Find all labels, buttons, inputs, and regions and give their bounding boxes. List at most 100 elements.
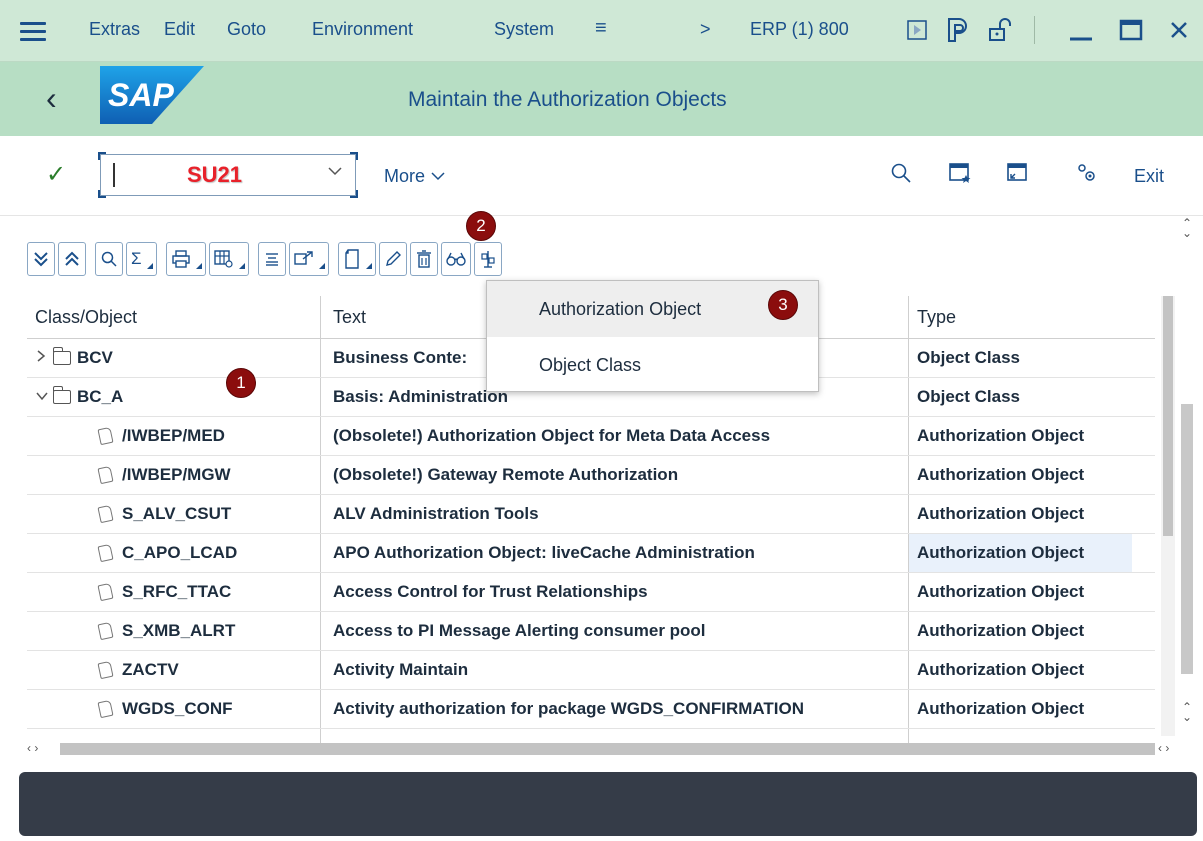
more-menu-icon[interactable]: ≡ — [595, 17, 607, 40]
table-row[interactable]: /IWBEP/MGW (Obsolete!) Gateway Remote Au… — [27, 456, 1155, 495]
class-object-cell: S_ALV_CSUT — [27, 495, 319, 533]
menu-system[interactable]: System — [494, 19, 554, 40]
table-row[interactable]: S_XMB_ALRT Access to PI Message Alerting… — [27, 612, 1155, 651]
chevron-down-icon[interactable] — [327, 163, 343, 184]
collapse-all-icon[interactable] — [58, 242, 86, 276]
column-header-class-object[interactable]: Class/Object — [27, 296, 319, 338]
page-vertical-scrollbar[interactable]: ⌃ ⌄ ⌃ ⌄ — [1180, 216, 1194, 724]
table-row[interactable]: C_APO_LCAD APO Authorization Object: liv… — [27, 534, 1155, 573]
row-name: C_APO_LCAD — [122, 543, 238, 562]
menu-extras[interactable]: Extras — [89, 19, 140, 40]
row-text: APO Authorization Object: liveCache Admi… — [320, 534, 907, 572]
favorite-icon[interactable] — [948, 162, 972, 190]
alv-toolbar: Σ — [27, 242, 502, 276]
column-header-type[interactable]: Type — [908, 296, 1155, 338]
menu-edit[interactable]: Edit — [164, 19, 195, 40]
menu-environment[interactable]: Environment — [312, 19, 413, 40]
class-object-cell: BCV — [27, 339, 319, 377]
edit-icon[interactable] — [378, 242, 407, 276]
more-button[interactable]: More — [384, 166, 446, 187]
row-name: ZACTV — [122, 660, 179, 679]
authorization-object-icon — [97, 465, 114, 485]
create-icon[interactable] — [337, 242, 376, 276]
menu-bar: Extras Edit Goto Environment System ≡ > … — [0, 0, 1203, 62]
row-text: Access to PI Message Alerting consumer p… — [320, 612, 907, 650]
authorization-object-icon — [97, 621, 114, 641]
table-row[interactable]: WGDS_CONF Activity authorization for pac… — [27, 690, 1155, 729]
table-vertical-scrollbar[interactable] — [1161, 296, 1175, 736]
row-text: (Obsolete!) Authorization Object for Met… — [320, 417, 907, 455]
menu-arrow-icon[interactable]: > — [700, 19, 711, 40]
system-info: ERP (1) 800 — [750, 19, 849, 39]
scroll-down-icon[interactable]: ⌄ — [1182, 226, 1192, 240]
scrollbar-thumb[interactable] — [1181, 404, 1193, 674]
status-bar — [19, 772, 1197, 836]
table-row[interactable]: ZACTV Activity Maintain Authorization Ob… — [27, 651, 1155, 690]
table-row[interactable]: S_RFC_TTAC Access Control for Trust Rela… — [27, 573, 1155, 612]
hamburger-icon[interactable] — [20, 22, 46, 41]
layout-icon[interactable] — [208, 242, 249, 276]
print-icon[interactable] — [165, 242, 206, 276]
customize-icon[interactable] — [944, 15, 972, 45]
class-object-cell: BC_A — [27, 378, 319, 416]
chevron-right-icon[interactable] — [35, 349, 53, 367]
row-name: /IWBEP/MED — [122, 426, 225, 445]
settings-icon[interactable] — [1074, 162, 1098, 190]
authorization-object-icon — [97, 582, 114, 602]
expand-all-icon[interactable] — [27, 242, 55, 276]
close-icon[interactable] — [1164, 15, 1194, 45]
class-object-cell: S_XMB_ALRT — [27, 612, 319, 650]
scroll-down-icon[interactable]: ⌄ — [1182, 710, 1192, 724]
text-cursor — [113, 163, 115, 187]
toolbar: ✓ SU21 More Exit — [0, 136, 1203, 216]
horizontal-scrollbar[interactable] — [60, 743, 1155, 755]
new-session-icon[interactable] — [1005, 162, 1029, 190]
row-name: BCV — [77, 348, 113, 367]
chevron-down-icon[interactable] — [35, 389, 53, 406]
row-type: Authorization Object — [908, 690, 1155, 728]
command-field[interactable]: SU21 — [98, 152, 358, 198]
minimize-icon[interactable] — [1066, 15, 1096, 45]
authorization-object-icon — [97, 426, 114, 446]
scroll-left-right-icon[interactable]: ‹ › — [27, 741, 38, 755]
row-type: Authorization Object — [908, 456, 1155, 494]
details-icon[interactable] — [257, 242, 286, 276]
search-icon[interactable] — [95, 242, 123, 276]
menu-goto[interactable]: Goto — [227, 19, 266, 40]
scroll-left-right-icon[interactable]: ‹ › — [1158, 741, 1169, 755]
table-row[interactable]: /IWBEP/MED (Obsolete!) Authorization Obj… — [27, 417, 1155, 456]
class-object-cell: /IWBEP/MED — [27, 417, 319, 455]
menu-item-label: Authorization Object — [539, 298, 702, 319]
lock-icon[interactable] — [986, 15, 1014, 45]
row-name: WGDS_CONF — [122, 699, 233, 718]
row-type: Object Class — [908, 378, 1155, 416]
command-value: SU21 — [187, 162, 243, 187]
row-name: /IWBEP/MGW — [122, 465, 231, 484]
title-bar: ‹ SAP Maintain the Authorization Objects — [0, 62, 1203, 136]
row-type: Authorization Object — [908, 573, 1155, 611]
search-icon[interactable] — [890, 162, 912, 190]
delete-icon[interactable] — [409, 242, 438, 276]
menu-item-label: Object Class — [539, 354, 642, 375]
table-row[interactable]: S_ALV_CSUT ALV Administration Tools Auth… — [27, 495, 1155, 534]
play-icon[interactable] — [904, 15, 930, 45]
class-object-cell: C_APO_LCAD — [27, 534, 319, 572]
authorization-object-icon — [97, 699, 114, 719]
compare-icon[interactable] — [473, 242, 502, 276]
scrollbar-thumb[interactable] — [1163, 296, 1173, 536]
row-text: Activity authorization for package WGDS_… — [320, 690, 907, 728]
display-icon[interactable] — [440, 242, 471, 276]
back-button[interactable]: ‹ — [46, 80, 57, 116]
row-type: Authorization Object — [908, 612, 1155, 650]
menu-item-object-class[interactable]: Object Class — [487, 337, 818, 393]
exit-button[interactable]: Exit — [1134, 166, 1164, 187]
maximize-icon[interactable] — [1116, 15, 1146, 45]
open-folder-icon — [53, 386, 71, 404]
authorization-object-icon — [97, 543, 114, 563]
callout-badge-1: 1 — [226, 368, 256, 398]
enter-button[interactable]: ✓ — [46, 160, 66, 189]
class-object-cell: S_RFC_TTAC — [27, 573, 319, 611]
row-type — [908, 729, 1155, 743]
export-icon[interactable] — [288, 242, 329, 276]
sum-icon[interactable]: Σ — [126, 242, 157, 276]
